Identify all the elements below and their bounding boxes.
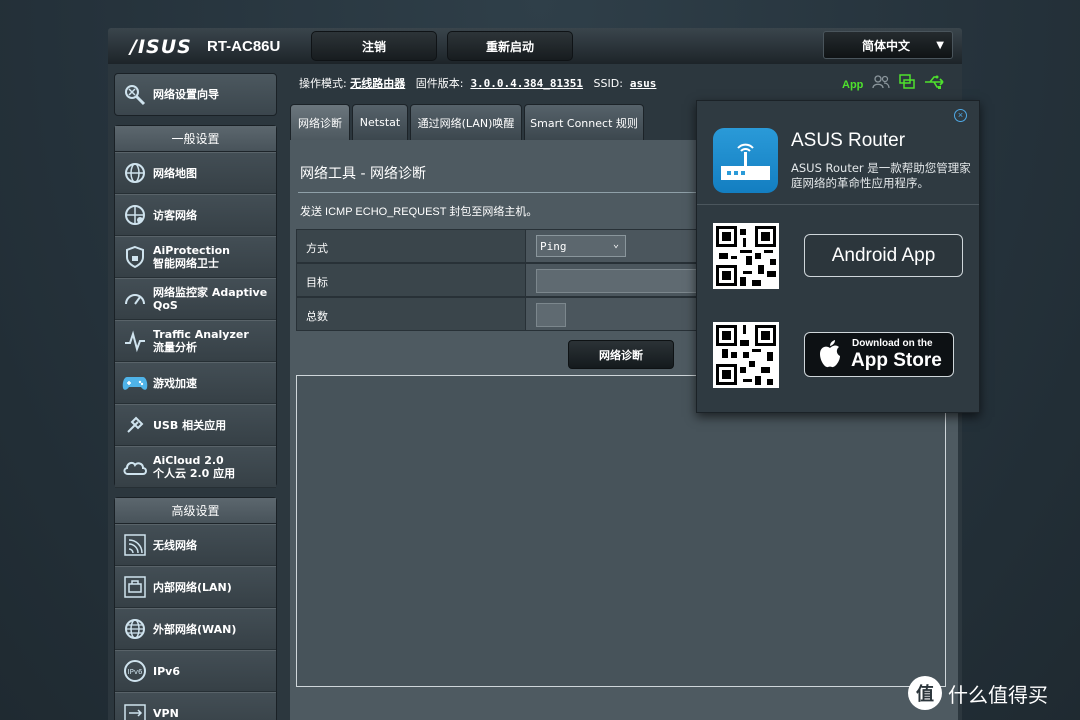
gamepad-icon bbox=[121, 369, 149, 397]
sidebar-item-label: Traffic Analyzer 流量分析 bbox=[153, 328, 249, 354]
app-store-button[interactable]: Download on the App Store bbox=[804, 332, 954, 377]
page-description: 发送 ICMP ECHO_REQUEST 封包至网络主机。 bbox=[300, 206, 538, 218]
close-icon[interactable]: × bbox=[954, 109, 967, 122]
sidebar-item-vpn[interactable]: VPN bbox=[115, 692, 276, 720]
sidebar-item-label: IPv6 bbox=[153, 664, 180, 678]
sidebar-item-label: 外部网络(WAN) bbox=[153, 622, 237, 636]
sidebar-item-aiprotection[interactable]: AiProtection 智能网络卫士 bbox=[115, 236, 276, 278]
firmware-link[interactable]: 3.0.0.4.384_81351 bbox=[470, 77, 583, 90]
logout-button[interactable]: 注销 bbox=[311, 31, 437, 61]
status-bar: 操作模式: 无线路由器 固件版本: 3.0.0.4.384_81351 SSID… bbox=[299, 75, 656, 91]
tab-netstat[interactable]: Netstat bbox=[352, 104, 408, 140]
usb-icon bbox=[121, 411, 149, 439]
sidebar-item-label: 访客网络 bbox=[153, 208, 197, 222]
ssid-link[interactable]: asus bbox=[630, 77, 657, 90]
quick-setup-wizard[interactable]: 网络设置向导 bbox=[114, 73, 277, 116]
lan-port-icon bbox=[121, 573, 149, 601]
language-select[interactable]: 简体中文 ▼ bbox=[823, 31, 953, 59]
sidebar-item-label: AiProtection 智能网络卫士 bbox=[153, 244, 230, 270]
sidebar-item-guest-network[interactable]: 访客网络 bbox=[115, 194, 276, 236]
target-label: 目标 bbox=[297, 264, 525, 296]
sidebar-item-label: VPN bbox=[153, 706, 179, 720]
watermark-text: 什么值得买 bbox=[948, 682, 1048, 707]
mode-link[interactable]: 无线路由器 bbox=[350, 77, 405, 90]
mode-label: 操作模式: bbox=[299, 77, 347, 90]
general-settings-heading: 一般设置 bbox=[115, 126, 276, 152]
method-select[interactable]: Ping ⌄ bbox=[536, 235, 626, 257]
asus-router-app-icon bbox=[713, 128, 778, 193]
sidebar-item-game-boost[interactable]: 游戏加速 bbox=[115, 362, 276, 404]
speedometer-icon bbox=[121, 285, 149, 313]
firmware-label: 固件版本: bbox=[415, 77, 464, 90]
sidebar-item-traffic-analyzer[interactable]: Traffic Analyzer 流量分析 bbox=[115, 320, 276, 362]
popup-description: ASUS Router 是一款帮助您管理家庭网络的革命性应用程序。 bbox=[791, 161, 971, 190]
network-status-icon[interactable] bbox=[899, 74, 916, 95]
sidebar-item-aicloud[interactable]: AiCloud 2.0 个人云 2.0 应用 bbox=[115, 446, 276, 488]
sidebar-item-label: USB 相关应用 bbox=[153, 418, 227, 432]
chevron-down-icon: ⌄ bbox=[612, 239, 619, 250]
language-value: 简体中文 bbox=[862, 38, 911, 53]
sidebar-item-label: 网络监控家 Adaptive QoS bbox=[153, 286, 268, 312]
reboot-button[interactable]: 重新启动 bbox=[447, 31, 573, 61]
vpn-icon bbox=[121, 699, 149, 720]
ipv6-icon: IPv6 bbox=[121, 657, 149, 685]
sidebar-item-label: 无线网络 bbox=[153, 538, 197, 552]
count-label: 总数 bbox=[297, 298, 525, 330]
ios-qr-code bbox=[713, 322, 779, 388]
guest-globe-icon bbox=[121, 201, 149, 229]
tab-wake-on-lan[interactable]: 通过网络(LAN)唤醒 bbox=[410, 104, 522, 140]
page-title: 网络工具 - 网络诊断 bbox=[300, 166, 426, 182]
ssid-label: SSID: bbox=[593, 77, 623, 90]
usb-status-icon[interactable] bbox=[924, 75, 946, 94]
app-link[interactable]: App bbox=[842, 79, 863, 91]
status-icons: App bbox=[842, 74, 946, 95]
sidebar-item-network-map[interactable]: 网络地图 bbox=[115, 152, 276, 194]
tab-smart-connect[interactable]: Smart Connect 规则 bbox=[524, 104, 644, 140]
advanced-settings-heading: 高级设置 bbox=[115, 498, 276, 524]
sidebar-item-adaptive-qos[interactable]: 网络监控家 Adaptive QoS bbox=[115, 278, 276, 320]
apple-icon bbox=[817, 339, 843, 374]
diagnostic-output[interactable] bbox=[296, 375, 946, 687]
android-qr-code bbox=[713, 223, 779, 289]
app-store-big-text: App Store bbox=[851, 350, 942, 371]
shield-lock-icon bbox=[121, 243, 149, 271]
sidebar-item-label: 网络设置向导 bbox=[153, 88, 219, 101]
wifi-icon bbox=[121, 531, 149, 559]
advanced-settings-menu: 高级设置 无线网络 内部网络(LAN) 外部网络(WAN) IPv6 IPv6 … bbox=[114, 497, 277, 720]
diagnose-button[interactable]: 网络诊断 bbox=[568, 340, 674, 369]
popup-title: ASUS Router bbox=[791, 130, 906, 151]
sidebar-item-label: AiCloud 2.0 个人云 2.0 应用 bbox=[153, 454, 236, 480]
sidebar-item-label: 游戏加速 bbox=[153, 376, 197, 390]
app-store-small-text: Download on the bbox=[852, 338, 933, 349]
globe-icon bbox=[121, 159, 149, 187]
pulse-icon bbox=[121, 327, 149, 355]
android-app-button[interactable]: Android App bbox=[804, 234, 963, 277]
clients-icon[interactable] bbox=[872, 75, 890, 94]
watermark-logo: 值 bbox=[908, 676, 942, 710]
sidebar-item-label: 网络地图 bbox=[153, 166, 197, 180]
asus-logo: /ISUS bbox=[130, 36, 192, 58]
wand-icon bbox=[121, 81, 149, 109]
general-settings-menu: 一般设置 网络地图 访客网络 AiProtection 智能网络卫士 网络监控家 … bbox=[114, 125, 277, 488]
svg-text:IPv6: IPv6 bbox=[128, 668, 143, 676]
sidebar-item-wizard[interactable]: 网络设置向导 bbox=[115, 74, 276, 115]
sidebar-item-lan[interactable]: 内部网络(LAN) bbox=[115, 566, 276, 608]
router-model: RT-AC86U bbox=[207, 38, 281, 55]
method-value: Ping bbox=[540, 240, 567, 253]
sidebar-item-usb-apps[interactable]: USB 相关应用 bbox=[115, 404, 276, 446]
sidebar-item-wan[interactable]: 外部网络(WAN) bbox=[115, 608, 276, 650]
chevron-down-icon: ▼ bbox=[936, 40, 944, 51]
popup-divider bbox=[697, 204, 979, 205]
method-label: 方式 bbox=[297, 230, 525, 262]
count-input[interactable] bbox=[536, 303, 566, 327]
tab-network-diagnostics[interactable]: 网络诊断 bbox=[290, 104, 350, 140]
site-watermark: 值 什么值得买 bbox=[908, 676, 1048, 710]
sidebar-item-wireless[interactable]: 无线网络 bbox=[115, 524, 276, 566]
globe-icon bbox=[121, 615, 149, 643]
sidebar-item-label: 内部网络(LAN) bbox=[153, 580, 232, 594]
sidebar-item-ipv6[interactable]: IPv6 IPv6 bbox=[115, 650, 276, 692]
cloud-icon bbox=[121, 453, 149, 481]
